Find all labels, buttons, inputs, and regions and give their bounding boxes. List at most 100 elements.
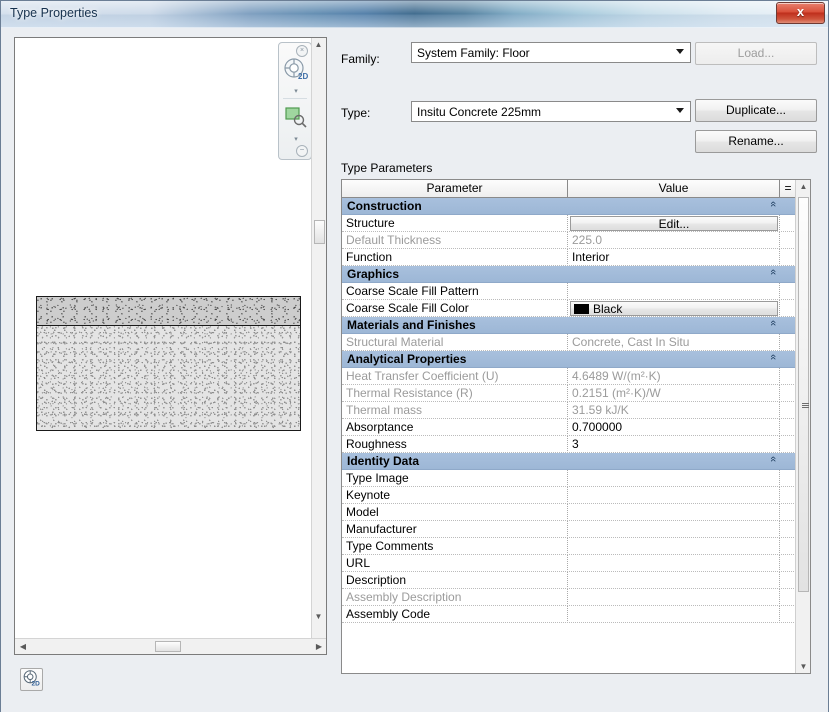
preview-hscroll-thumb[interactable] [155, 641, 181, 652]
table-row[interactable]: Assembly Description [342, 589, 796, 606]
edit-structure-button[interactable]: Edit... [570, 216, 778, 231]
nav-minimize-icon[interactable]: − [296, 145, 308, 157]
duplicate-button[interactable]: Duplicate... [695, 99, 817, 122]
table-vertical-scrollbar[interactable]: ▲ ▼ [795, 180, 810, 673]
cell-divider [779, 334, 780, 351]
scroll-left-icon[interactable]: ◀ [18, 642, 28, 651]
cell-divider [567, 436, 568, 453]
chevron-down-icon [676, 108, 684, 113]
table-row[interactable]: Structural Material Concrete, Cast In Sit… [342, 334, 796, 351]
parameter-name: Type Comments [346, 539, 434, 553]
cell-divider [567, 589, 568, 606]
close-button[interactable]: x [776, 2, 825, 24]
cell-divider [567, 538, 568, 555]
load-button[interactable]: Load... [695, 42, 817, 65]
type-combobox[interactable]: Insitu Concrete 225mm [411, 101, 691, 122]
dialog-body: × 2D ▾ ▾ − ▲ ▼ ◀ ▶ Family: System Family… [1, 28, 828, 712]
color-swatch [574, 304, 589, 314]
section-header-row[interactable]: Analytical Properties « [342, 351, 796, 368]
zoom-region-icon[interactable] [279, 105, 313, 132]
parameter-name: Assembly Code [346, 607, 431, 621]
section-header-row[interactable]: Graphics « [342, 266, 796, 283]
cell-divider [779, 300, 780, 317]
cell-divider [779, 215, 780, 232]
table-row[interactable]: Coarse Scale Fill Color Black [342, 300, 796, 317]
table-row[interactable]: Heat Transfer Coefficient (U) 4.6489 W/(m… [342, 368, 796, 385]
preview-vscroll-thumb[interactable] [314, 220, 325, 244]
section-title: Materials and Finishes [347, 318, 476, 332]
cell-divider [779, 572, 780, 589]
chevron-up-icon[interactable]: « [767, 269, 779, 275]
cell-divider [567, 572, 568, 589]
navigation-bar[interactable]: × 2D ▾ ▾ − [278, 42, 312, 160]
table-row[interactable]: Assembly Code [342, 606, 796, 623]
column-header-value[interactable]: Value [568, 180, 780, 197]
chevron-up-icon[interactable]: « [767, 456, 779, 462]
table-vscroll-thumb[interactable] [798, 197, 809, 592]
floor-finish-layer [37, 297, 300, 326]
preview-horizontal-scrollbar[interactable]: ◀ ▶ [15, 638, 326, 654]
nav-zoom-dropdown-icon[interactable]: ▾ [279, 135, 313, 143]
section-header-row[interactable]: Materials and Finishes « [342, 317, 796, 334]
window-title: Type Properties [10, 6, 98, 20]
cell-divider [567, 521, 568, 538]
rename-button[interactable]: Rename... [695, 130, 817, 153]
table-row[interactable]: Coarse Scale Fill Pattern [342, 283, 796, 300]
nav-close-icon[interactable]: × [296, 45, 308, 57]
table-row[interactable]: Absorptance 0.700000 [342, 419, 796, 436]
scroll-down-icon[interactable]: ▼ [313, 612, 324, 621]
parameter-value: 31.59 kJ/K [572, 403, 629, 417]
parameter-name: Keynote [346, 488, 391, 502]
table-row[interactable]: Roughness 3 [342, 436, 796, 453]
cell-divider [779, 249, 780, 266]
title-bar[interactable]: Type Properties x [1, 1, 828, 28]
parameter-value: 3 [572, 437, 579, 451]
table-row[interactable]: Function Interior [342, 249, 796, 266]
table-row[interactable]: Type Comments [342, 538, 796, 555]
cell-divider [567, 555, 568, 572]
table-row[interactable]: URL [342, 555, 796, 572]
chevron-up-icon[interactable]: « [767, 320, 779, 326]
steering-wheel-2d-button[interactable]: 2D [20, 668, 43, 691]
table-row[interactable]: Keynote [342, 487, 796, 504]
table-row[interactable]: Default Thickness 225.0 [342, 232, 796, 249]
parameter-value: 0.700000 [572, 420, 623, 434]
fill-color-button[interactable]: Black [570, 301, 778, 316]
chevron-up-icon[interactable]: « [767, 354, 779, 360]
type-value: Insitu Concrete 225mm [417, 105, 542, 119]
section-header-row[interactable]: Identity Data « [342, 453, 796, 470]
cell-divider [567, 215, 568, 232]
preview-pane[interactable]: × 2D ▾ ▾ − ▲ ▼ ◀ ▶ [14, 37, 327, 655]
nav-wheel-dropdown-icon[interactable]: ▾ [279, 87, 313, 95]
parameter-name: Default Thickness [346, 233, 442, 247]
scroll-up-icon[interactable]: ▲ [798, 182, 809, 191]
table-row[interactable]: Thermal mass 31.59 kJ/K [342, 402, 796, 419]
table-row[interactable]: Manufacturer [342, 521, 796, 538]
table-row[interactable]: Model [342, 504, 796, 521]
family-combobox[interactable]: System Family: Floor [411, 42, 691, 63]
parameter-value: Interior [572, 250, 610, 264]
column-header-parameter[interactable]: Parameter [342, 180, 568, 197]
cell-divider [779, 283, 780, 300]
preview-canvas[interactable] [15, 38, 312, 638]
cell-divider [779, 504, 780, 521]
section-title: Identity Data [347, 454, 420, 468]
parameter-name: Absorptance [346, 420, 414, 434]
table-row[interactable]: Thermal Resistance (R) 0.2151 (m²·K)/W [342, 385, 796, 402]
steering-wheel-2d-icon[interactable]: 2D [279, 57, 313, 83]
table-row[interactable]: Description [342, 572, 796, 589]
parameter-value: 0.2151 (m²·K)/W [572, 386, 661, 400]
type-label: Type: [341, 106, 371, 120]
chevron-up-icon[interactable]: « [767, 201, 779, 207]
table-header-row: Parameter Value = [342, 180, 796, 198]
table-row[interactable]: Type Image [342, 470, 796, 487]
type-parameters-table: Parameter Value = Construction « Structure… [341, 179, 811, 674]
table-row[interactable]: Structure Edit... [342, 215, 796, 232]
cell-divider [779, 232, 780, 249]
scroll-up-icon[interactable]: ▲ [313, 40, 324, 49]
section-header-row[interactable]: Construction « [342, 198, 796, 215]
cell-divider [779, 538, 780, 555]
column-header-equals[interactable]: = [780, 180, 796, 197]
scroll-right-icon[interactable]: ▶ [314, 642, 324, 651]
preview-vertical-scrollbar[interactable]: ▲ ▼ [311, 38, 326, 639]
